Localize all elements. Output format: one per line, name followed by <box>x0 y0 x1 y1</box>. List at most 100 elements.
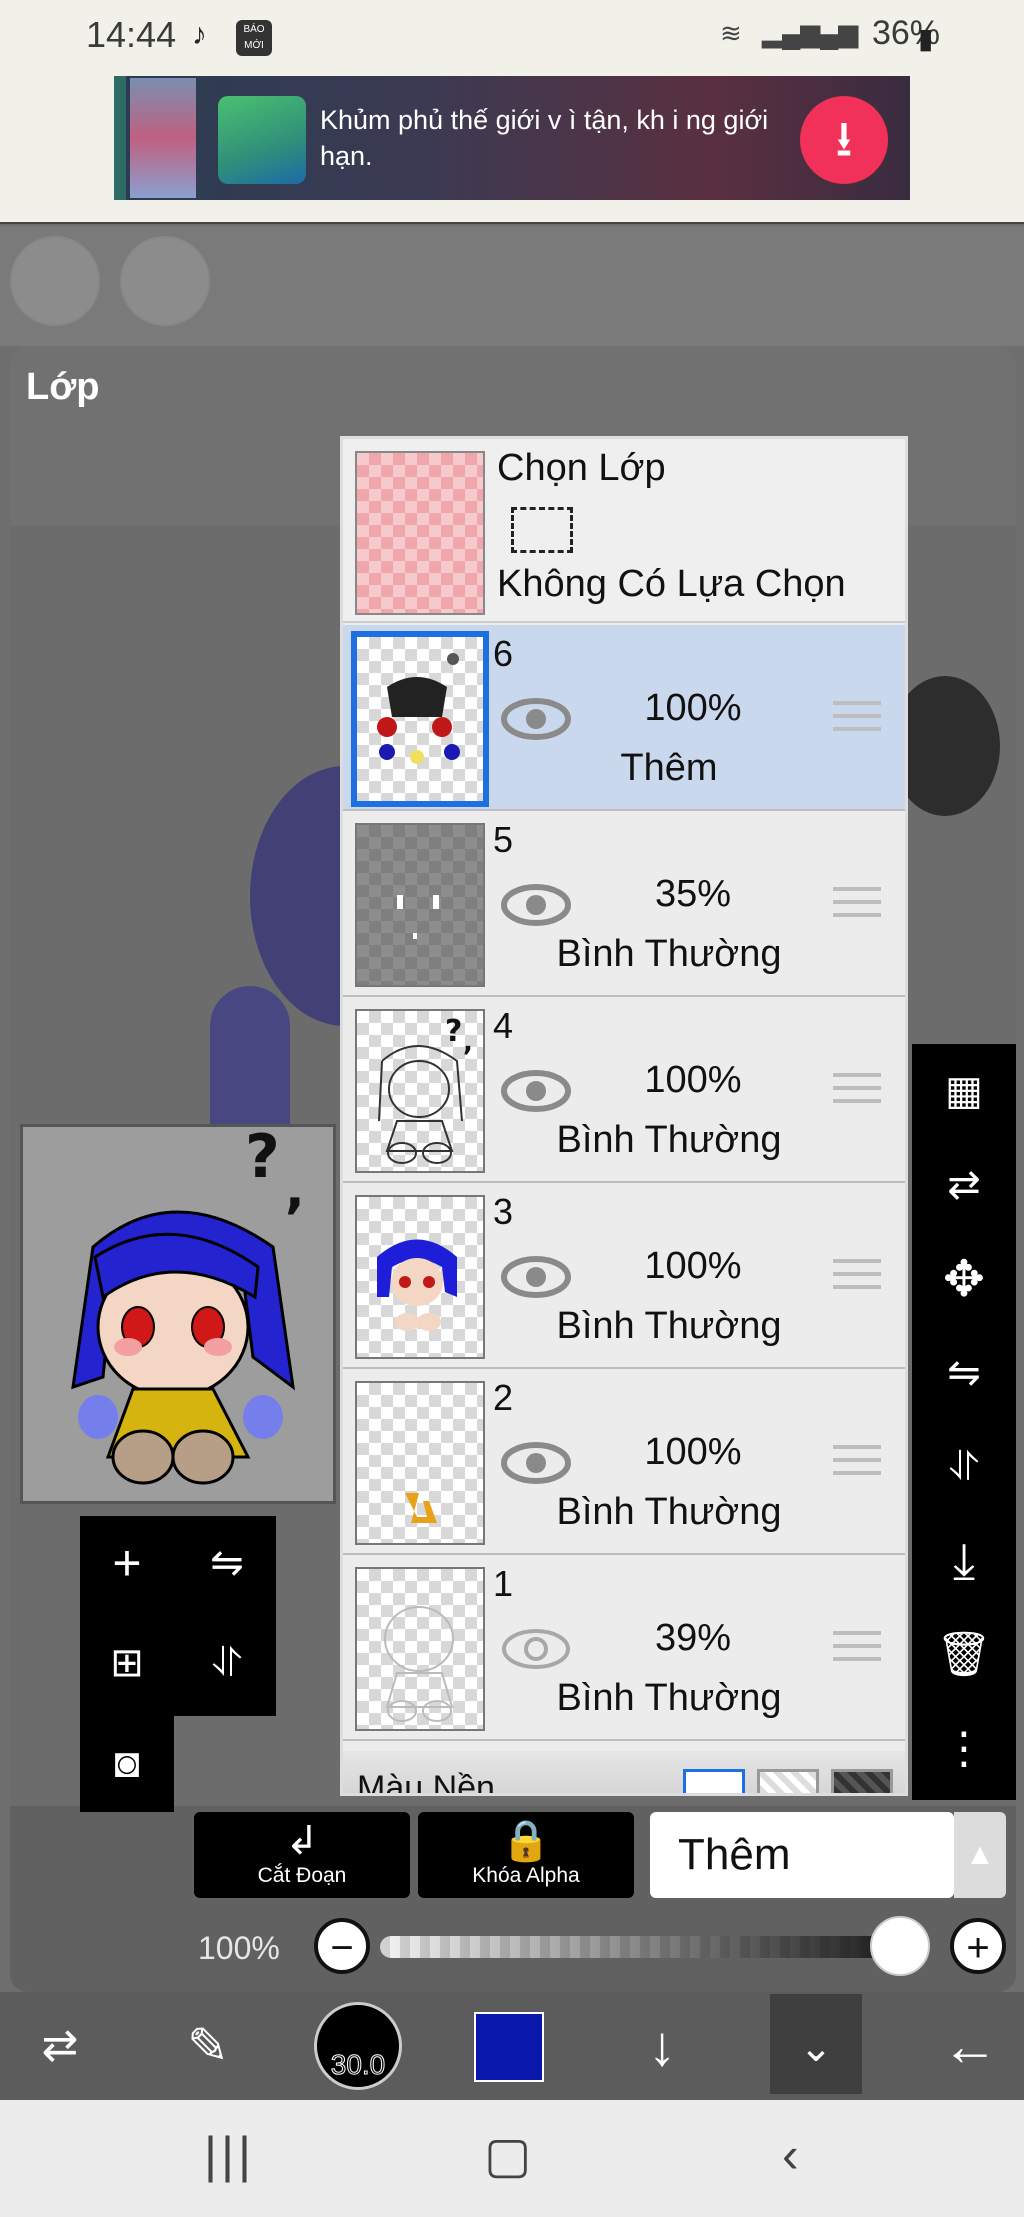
trash-icon[interactable]: 🗑 <box>912 1608 1016 1702</box>
left-tools: + ⇋ ⊞ ⥯ <box>80 1516 276 1716</box>
layer-number: 3 <box>493 1191 514 1232</box>
background-label: Màu Nền <box>357 1769 495 1796</box>
wifi-icon: ≋ <box>720 18 742 48</box>
alpha-lock-button[interactable]: 🔒 Khóa Alpha <box>418 1812 634 1898</box>
background-white-swatch[interactable] <box>683 1769 745 1793</box>
canvas-preview: ? , <box>20 1122 336 1504</box>
layer-list: Chọn Lớp Không Có Lựa Chọn 6 100% Thêm 5… <box>340 436 908 1796</box>
brush-icon[interactable]: ✎ <box>168 1992 248 2100</box>
layer-blend-mode: Bình Thường <box>556 1677 782 1719</box>
layer-number: 4 <box>493 1005 514 1046</box>
download-icon[interactable]: ⭳ <box>800 96 888 184</box>
tool-switch-icon[interactable]: ⇄ <box>20 1992 100 2100</box>
eye-icon[interactable] <box>501 1627 571 1671</box>
svg-text:?: ? <box>245 1127 280 1192</box>
ad-area: Khủm phủ thế giới v ì tận, kh i ng giới … <box>0 74 1024 224</box>
layer-number: 1 <box>493 1563 514 1604</box>
layer-blend-mode: Thêm <box>620 747 718 789</box>
swap-layers-icon[interactable]: ⇄ <box>912 1138 1016 1232</box>
drag-handle-icon[interactable] <box>833 887 881 917</box>
clipping-label: Cắt Đoạn <box>257 1864 347 1887</box>
add-layer-icon[interactable]: + <box>80 1516 174 1610</box>
alpha-lock-label: Khóa Alpha <box>472 1864 580 1887</box>
app-top-bar <box>0 226 1024 346</box>
layer-row[interactable]: 6 100% Thêm <box>343 625 905 811</box>
background-color-row: Màu Nền <box>343 1751 905 1796</box>
drag-handle-icon[interactable] <box>833 1073 881 1103</box>
opacity-label: 100% <box>198 1930 280 1966</box>
double-chevron-down-icon: ⌄ <box>799 2026 833 2070</box>
opacity-slider[interactable] <box>380 1936 920 1958</box>
layer-opacity: 100% <box>644 1245 742 1287</box>
flip-vertical-icon[interactable]: ⥯ <box>180 1616 274 1710</box>
duplicate-layer-icon[interactable]: ⊞ <box>80 1616 174 1710</box>
layer-number: 2 <box>493 1377 514 1418</box>
svg-text:,: , <box>285 1160 305 1220</box>
opacity-decrease-button[interactable]: − <box>314 1918 370 1974</box>
layer-blend-mode: Bình Thường <box>556 933 782 975</box>
flip-vertical-layer-icon[interactable]: ⥯ <box>912 1420 1016 1514</box>
layer-panel-button[interactable]: ⌄ <box>770 1994 862 2094</box>
drag-handle-icon[interactable] <box>833 701 881 731</box>
layer-opacity: 35% <box>654 873 732 915</box>
layer-thumbnail <box>355 1567 485 1731</box>
merge-down-icon[interactable]: ⤓ <box>912 1514 1016 1608</box>
ad-thumbnail <box>130 78 196 198</box>
blend-mode-value: Thêm <box>678 1830 791 1879</box>
layer-thumbnail <box>355 1381 485 1545</box>
selection-layer-row[interactable]: Chọn Lớp Không Có Lựa Chọn <box>343 439 905 623</box>
opacity-slider-knob[interactable] <box>870 1916 930 1976</box>
layer-row[interactable]: 5 35% Bình Thường <box>343 811 905 997</box>
layer-thumbnail: ? , <box>355 1009 485 1173</box>
layer-row[interactable]: ? , 4 100% Bình Thường <box>343 997 905 1183</box>
color-swatch[interactable] <box>474 2012 544 2082</box>
camera-icon[interactable]: ◙ <box>80 1716 174 1810</box>
ad-banner[interactable]: Khủm phủ thế giới v ì tận, kh i ng giới … <box>114 76 910 200</box>
home-icon[interactable]: ▢ <box>484 2126 531 2184</box>
arrow-down-icon[interactable]: ↓ <box>622 1992 702 2100</box>
layer-window: Lớp ? , + ⇋ ⊞ ⥯ ◙ Chọn Lớp Không Có Lựa … <box>10 346 1016 1992</box>
layer-row[interactable]: 3 100% Bình Thường <box>343 1183 905 1369</box>
flip-horizontal-icon[interactable]: ⇋ <box>180 1516 274 1610</box>
recent-apps-icon[interactable]: ||| <box>204 2126 255 2184</box>
battery-icon: ▮ <box>918 23 934 54</box>
signal-2-icon: ▂▄▆ <box>800 18 859 48</box>
drag-handle-icon[interactable] <box>833 1445 881 1475</box>
eye-icon[interactable] <box>501 1255 571 1299</box>
layer-row[interactable]: 2 100% Bình Thường <box>343 1369 905 1555</box>
back-icon[interactable]: ‹ <box>782 2126 799 2184</box>
drag-handle-icon[interactable] <box>833 1631 881 1661</box>
layer-thumbnail <box>355 823 485 987</box>
move-icon[interactable]: ✥ <box>912 1232 1016 1326</box>
drag-handle-icon[interactable] <box>833 1259 881 1289</box>
transparency-icon[interactable]: ▦ <box>912 1044 1016 1138</box>
selection-status: Không Có Lựa Chọn <box>497 563 846 605</box>
opacity-increase-button[interactable]: + <box>950 1918 1006 1974</box>
undo-button[interactable] <box>10 236 100 326</box>
back-arrow-icon[interactable]: ← <box>930 1992 1010 2100</box>
layer-row[interactable]: 1 39% Bình Thường <box>343 1555 905 1741</box>
blend-mode-select[interactable]: Thêm <box>650 1812 954 1898</box>
redo-button[interactable] <box>120 236 210 326</box>
camera-tool: ◙ <box>80 1716 174 1812</box>
eye-icon[interactable] <box>501 1441 571 1485</box>
layer-number: 6 <box>493 633 514 674</box>
eye-icon[interactable] <box>501 1069 571 1113</box>
more-options-icon[interactable]: ⋮ <box>912 1702 1016 1796</box>
ad-stripe <box>114 76 126 200</box>
eye-icon[interactable] <box>501 883 571 927</box>
svg-text:?: ? <box>445 1014 462 1049</box>
brush-size-button[interactable]: 30.0 <box>314 2002 402 2090</box>
selection-marquee-icon <box>511 507 573 553</box>
background-dark-swatch[interactable] <box>831 1769 893 1793</box>
clipping-button[interactable]: ↲ Cắt Đoạn <box>194 1812 410 1898</box>
ad-text: Khủm phủ thế giới v ì tận, kh i ng giới … <box>320 105 769 171</box>
background-transparent-swatch[interactable] <box>757 1769 819 1793</box>
layer-thumbnail <box>351 631 489 807</box>
layer-blend-mode: Bình Thường <box>556 1119 782 1161</box>
status-time: 14:44 <box>86 14 177 55</box>
eye-icon[interactable] <box>501 697 571 741</box>
chevron-up-icon[interactable]: ▲ <box>954 1812 1006 1898</box>
flip-horizontal-layer-icon[interactable]: ⇋ <box>912 1326 1016 1420</box>
bottom-toolbar: ⇄ ✎ 30.0 ↓ ⌄ ← <box>0 1992 1024 2100</box>
